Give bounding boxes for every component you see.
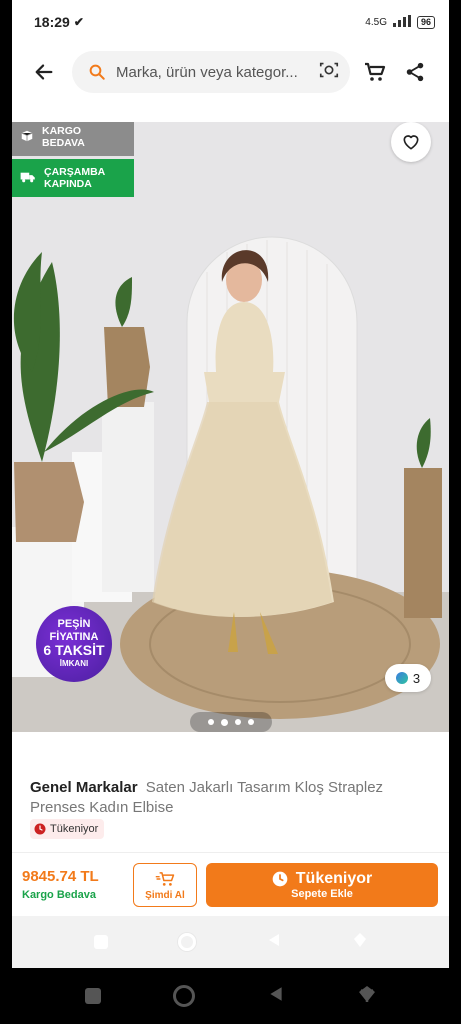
share-button[interactable] [400,57,430,87]
box-icon [20,129,34,146]
brand-name[interactable]: Genel Markalar [30,779,138,796]
product-image-carousel[interactable]: KARGO BEDAVA ÇARŞAMBA KAPINDA PEŞİN FİYA… [12,122,449,732]
promo-line1: PEŞİN FİYATINA [49,618,99,643]
recents-icon[interactable] [84,988,101,1004]
carousel-dot[interactable] [208,719,214,725]
in-app-navigation [12,916,449,968]
recents-nav-icon[interactable] [93,935,108,949]
shipping-info: Kargo Bedava [22,889,96,901]
heart-icon [403,135,419,150]
back-button[interactable] [30,58,58,86]
cart-button[interactable] [360,57,390,87]
cart-icon [365,62,386,81]
purchase-bar: 9845.74 TL Kargo Bedava Şimdi Al Tükeniy… [12,852,449,916]
price: 9845.74 TL [22,868,99,885]
share-icon [406,62,424,82]
carousel-indicator [190,712,272,732]
promo-line3: İMKANI [59,659,89,668]
camera-search-icon[interactable] [318,59,340,86]
add-to-cart-subtitle: Sepete Ekle [291,888,353,900]
signal-icon [392,14,411,30]
variant-count-chip[interactable]: 3 [385,664,431,692]
buy-now-button[interactable]: Şimdi Al [133,863,197,907]
installment-promo-badge: PEŞİN FİYATINA 6 TAKSİT İMKANI [36,606,112,682]
color-swatch-icon [395,672,408,684]
battery-indicator: 96 [416,15,435,29]
notification-icon: ✔ [73,15,84,29]
stock-status-label: Tükeniyor [50,823,99,835]
favorite-button[interactable] [391,122,431,162]
arrow-left-icon [35,64,53,80]
clock-icon [272,871,288,887]
carousel-dot[interactable] [248,719,254,725]
status-icons: 4.5G 96 [365,14,435,30]
stock-status-badge: Tükeniyor [30,819,105,839]
add-to-cart-button[interactable]: Tükeniyor Sepete Ekle [206,863,438,907]
delivery-day-label: ÇARŞAMBA KAPINDA [44,166,105,190]
clock: 18:29 [34,14,70,30]
app-screen: 18:29 ✔ 4.5G 96 Marka, ürün veya kategor… [12,0,449,968]
clock-icon [34,823,46,835]
carousel-dot-active[interactable] [221,718,228,726]
promo-line2: 6 TAKSİT [43,642,105,658]
price-block: 9845.74 TL Kargo Bedava [22,868,99,901]
free-shipping-badge: KARGO BEDAVA [12,122,134,156]
delivery-day-badge: ÇARŞAMBA KAPINDA [12,159,134,197]
carousel-dot[interactable] [235,719,241,725]
variant-count: 3 [412,670,421,686]
top-bar: Marka, ürün veya kategor... [12,44,449,100]
truck-icon [20,170,36,187]
free-shipping-label: KARGO BEDAVA [42,125,85,149]
assistant-icon[interactable] [357,984,377,1009]
assistant-nav-icon[interactable] [352,932,368,953]
cart-fast-icon [155,871,175,886]
search-icon [89,64,105,80]
add-to-cart-title: Tükeniyor [295,870,373,887]
system-navigation-bar [0,968,461,1024]
buy-now-label: Şimdi Al [145,889,185,901]
product-title: Genel Markalar Saten Jakarlı Tasarım Klo… [30,778,430,818]
home-icon[interactable] [172,985,195,1007]
status-bar: 18:29 ✔ 4.5G 96 [12,0,449,44]
back-icon[interactable] [267,985,285,1008]
search-placeholder: Marka, ürün veya kategor... [116,63,298,81]
network-label: 4.5G [365,16,387,28]
back-nav-icon[interactable] [266,932,282,953]
home-nav-icon[interactable] [177,933,196,951]
search-input[interactable]: Marka, ürün veya kategor... [72,51,350,93]
